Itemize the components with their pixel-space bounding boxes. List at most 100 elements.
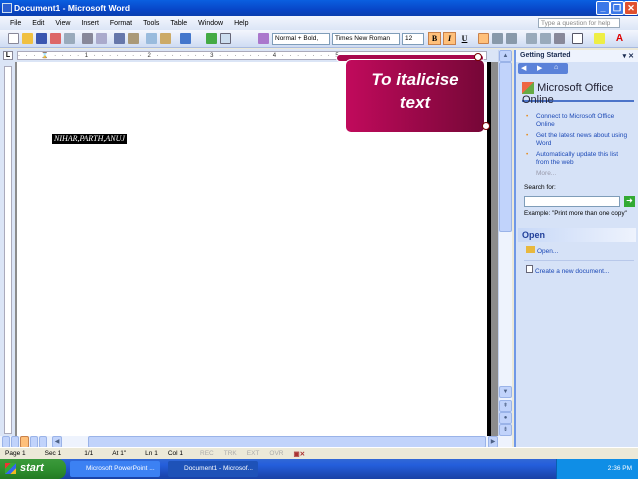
border-icon[interactable] <box>572 33 583 44</box>
menu-edit[interactable]: Edit <box>32 20 44 27</box>
start-button[interactable]: start <box>0 459 66 479</box>
spelling-status-icon[interactable]: ▣✕ <box>288 450 310 458</box>
menu-view[interactable]: View <box>55 20 70 27</box>
status-bar: Page 1 Sec 1 1/1 At 1" Ln 1 Col 1 REC TR… <box>0 447 638 459</box>
selected-text[interactable]: NIHAR,PARTH,ANUJ <box>52 134 127 144</box>
next-page-button[interactable]: ⇟ <box>499 424 512 436</box>
windows-logo-icon <box>5 463 16 474</box>
align-left-icon[interactable] <box>478 33 489 44</box>
restore-button[interactable]: ❐ <box>610 1 624 15</box>
task-pane: Getting Started ▾ ✕ ◀ ▶ ⌂ Microsoft Offi… <box>514 50 638 447</box>
numbering-icon[interactable] <box>526 33 537 44</box>
open-link-row[interactable]: Open... <box>526 246 558 256</box>
office-online-logo[interactable]: Microsoft Office Online <box>522 82 634 106</box>
email-icon[interactable] <box>64 33 75 44</box>
window-title: Document1 - Microsoft Word <box>14 3 131 13</box>
scroll-down-button[interactable]: ▼ <box>499 386 512 398</box>
print-icon[interactable] <box>82 33 93 44</box>
save-icon[interactable] <box>36 33 47 44</box>
menu-insert[interactable]: Insert <box>81 20 99 27</box>
status-line: Ln 1 <box>145 450 158 457</box>
hyperlink-icon[interactable] <box>206 33 217 44</box>
underline-button[interactable]: U <box>458 32 471 45</box>
back-icon[interactable]: ◀ <box>521 64 526 72</box>
task-pane-close-icon[interactable]: ▾ ✕ <box>623 52 634 60</box>
status-ext[interactable]: EXT <box>242 450 265 457</box>
menu-table[interactable]: Table <box>170 20 187 27</box>
link-latest-news[interactable]: Get the latest news about using Word <box>526 132 630 148</box>
horizontal-scrollbar[interactable]: ◀ ▶ <box>0 436 512 448</box>
minimize-button[interactable]: _ <box>596 1 610 15</box>
taskbar: start Microsoft PowerPoint ... Document1… <box>0 459 638 479</box>
table-icon[interactable] <box>220 33 231 44</box>
new-icon[interactable] <box>8 33 19 44</box>
status-page: Page 1 <box>5 450 26 457</box>
copy-icon[interactable] <box>146 33 157 44</box>
search-go-button[interactable]: ➜ <box>624 196 635 207</box>
permission-icon[interactable] <box>50 33 61 44</box>
status-pages: 1/1 <box>84 450 94 457</box>
menu-format[interactable]: Format <box>110 20 132 27</box>
create-new-document-link[interactable]: Create a new document... <box>535 268 609 275</box>
scroll-up-button[interactable]: ▲ <box>499 50 512 62</box>
task-pane-header: Getting Started ▾ ✕ <box>516 50 638 62</box>
toolbar: Normal + Bold, Times New Roman 12 B I U … <box>0 30 638 48</box>
callout-handle-top[interactable] <box>474 53 482 61</box>
menu-help[interactable]: Help <box>234 20 248 27</box>
print-preview-icon[interactable] <box>96 33 107 44</box>
open-icon[interactable] <box>22 33 33 44</box>
undo-icon[interactable] <box>180 33 191 44</box>
link-auto-update[interactable]: Automatically update this list from the … <box>526 151 630 167</box>
close-button[interactable]: ✕ <box>624 1 638 15</box>
font-select[interactable]: Times New Roman <box>332 33 400 45</box>
font-color-icon[interactable]: A <box>614 33 625 44</box>
forward-icon[interactable]: ▶ <box>537 64 542 72</box>
spelling-icon[interactable] <box>114 33 125 44</box>
font-size-select[interactable]: 12 <box>402 33 424 45</box>
research-icon[interactable] <box>128 33 139 44</box>
italic-button[interactable]: I <box>443 32 456 45</box>
word-icon <box>2 3 12 13</box>
start-label: start <box>20 462 44 474</box>
styles-icon[interactable] <box>258 33 269 44</box>
bullets-icon[interactable] <box>540 33 551 44</box>
paste-icon[interactable] <box>160 33 171 44</box>
link-connect-office-online[interactable]: Connect to Microsoft Office Online <box>526 113 630 129</box>
select-browse-object-button[interactable]: ● <box>499 412 512 424</box>
vertical-scrollbar[interactable]: ▲ ▼ ⇞ ● ⇟ <box>498 50 512 436</box>
home-icon[interactable]: ⌂ <box>554 64 558 71</box>
indent-icon[interactable] <box>554 33 565 44</box>
task-pane-title: Getting Started <box>520 52 571 59</box>
previous-page-button[interactable]: ⇞ <box>499 400 512 412</box>
highlight-icon[interactable] <box>594 33 605 44</box>
status-rec[interactable]: REC <box>188 450 219 457</box>
menu-tools[interactable]: Tools <box>143 20 159 27</box>
open-section-heading: Open <box>518 228 636 242</box>
tab-selector[interactable]: L <box>3 51 13 60</box>
taskbar-powerpoint-label: Microsoft PowerPoint ... <box>86 465 155 472</box>
new-document-row[interactable]: Create a new document... <box>526 265 609 276</box>
status-trk[interactable]: TRK <box>219 450 242 457</box>
status-ovr[interactable]: OVR <box>264 450 288 457</box>
taskbar-powerpoint[interactable]: Microsoft PowerPoint ... <box>70 461 160 477</box>
align-right-icon[interactable] <box>506 33 517 44</box>
align-center-icon[interactable] <box>492 33 503 44</box>
taskbar-word-label: Document1 - Microsof... <box>184 465 253 472</box>
open-link[interactable]: Open... <box>537 248 558 255</box>
scroll-thumb[interactable] <box>499 62 512 232</box>
callout-line1: To italicise <box>371 70 459 89</box>
bold-button[interactable]: B <box>428 32 441 45</box>
more-link[interactable]: More... <box>536 170 556 178</box>
search-input[interactable] <box>524 196 620 207</box>
title-bar: Document1 - Microsoft Word _ ❐ ✕ <box>0 0 638 16</box>
callout-handle-bottom[interactable] <box>482 122 490 130</box>
vertical-ruler <box>0 62 15 436</box>
clock[interactable]: 2:36 PM <box>608 465 632 472</box>
menu-file[interactable]: File <box>10 20 21 27</box>
help-search-input[interactable]: Type a question for help <box>538 18 620 28</box>
status-at: At 1" <box>112 450 127 457</box>
page-shadow <box>487 62 491 436</box>
style-select[interactable]: Normal + Bold, <box>272 33 330 45</box>
taskbar-word[interactable]: Document1 - Microsof... <box>168 461 258 477</box>
menu-window[interactable]: Window <box>198 20 223 27</box>
